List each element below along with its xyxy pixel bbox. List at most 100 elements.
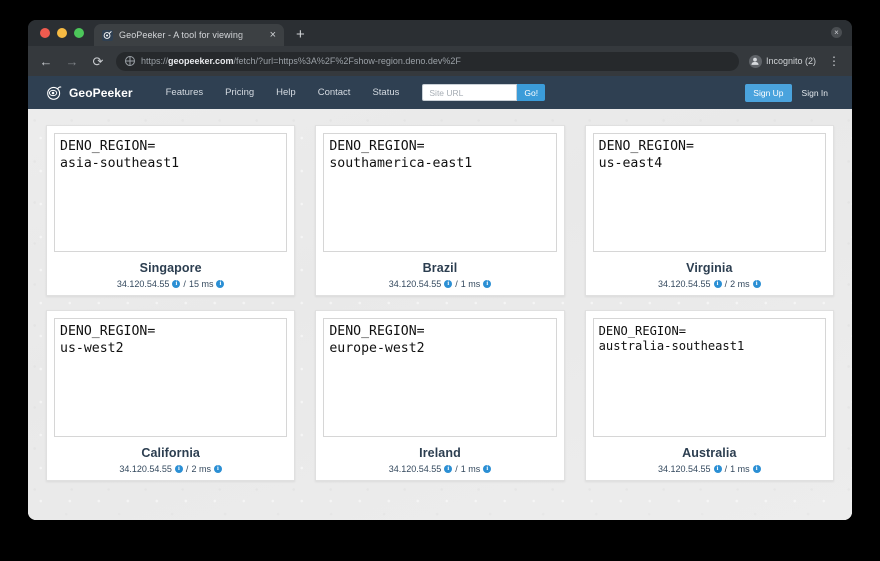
nav-link-contact[interactable]: Contact [307,87,362,98]
sign-in-link[interactable]: Sign In [796,84,834,102]
nav-link-help[interactable]: Help [265,87,307,98]
region-latency: 2 ms [191,464,211,474]
stats-separator: / [185,464,189,474]
region-screenshot: DENO_REGION= australia-southeast1 [592,318,826,437]
region-card[interactable]: DENO_REGION= europe-west2 Ireland 34.120… [315,310,565,481]
region-card-meta: Virginia 34.120.54.55 i / 2 ms i [593,252,826,289]
region-latency: 1 ms [460,279,481,289]
url-path: /fetch/?url=https%3A%2F%2Fshow-region.de… [233,56,461,66]
latency-info-icon[interactable]: i [213,465,222,473]
stats-separator: / [455,464,458,474]
region-city: California [141,446,200,460]
region-card[interactable]: DENO_REGION= us-east4 Virginia 34.120.54… [584,125,834,296]
tab-strip: GeoPeeker - A tool for viewing × + × [28,20,852,46]
ip-info-icon[interactable]: i [713,280,722,288]
region-ip: 34.120.54.55 [388,279,442,289]
screenshot-line-1: DENO_REGION= [598,139,694,154]
region-latency: 15 ms [188,279,214,289]
screenshot-line-2: australia-southeast1 [598,339,745,354]
ip-info-icon[interactable]: i [444,465,453,473]
region-latency: 1 ms [730,464,750,474]
back-button[interactable]: ← [38,55,54,68]
region-city: Ireland [419,446,461,460]
region-card[interactable]: DENO_REGION= australia-southeast1 Austra… [584,310,834,481]
site-url-placeholder: Site URL [429,87,464,98]
region-ip: 34.120.54.55 [658,279,711,289]
region-card-meta: Singapore 34.120.54.55 i / 15 ms i [54,252,287,289]
region-stats: 34.120.54.55 i / 15 ms i [54,279,287,289]
incognito-indicator[interactable]: Incognito (2) [748,54,816,68]
region-card[interactable]: DENO_REGION= southamerica-east1 Brazil 3… [315,125,565,296]
stats-separator: / [183,279,186,289]
forward-button[interactable]: → [64,55,80,68]
latency-info-icon[interactable]: i [483,280,492,288]
window-maximize-button[interactable] [74,28,84,38]
screenshot-line-1: DENO_REGION= [60,324,156,339]
region-screenshot: DENO_REGION= us-east4 [592,133,826,252]
site-url-input[interactable]: Site URL [422,84,518,101]
screenshot-line-2: us-east4 [598,155,663,171]
screenshot-line-1: DENO_REGION= [598,324,687,338]
screenshot-line-2: us-west2 [60,340,124,356]
region-latency: 1 ms [460,464,481,474]
region-card[interactable]: DENO_REGION= asia-southeast1 Singapore 3… [46,125,296,296]
region-ip: 34.120.54.55 [388,464,442,474]
sign-up-button[interactable]: Sign Up [745,83,792,102]
window-minimize-button[interactable] [57,28,67,38]
region-stats: 34.120.54.55 i / 1 ms i [593,464,826,474]
incognito-label: Incognito (2) [765,56,816,66]
latency-info-icon[interactable]: i [752,465,761,473]
region-card-grid: DENO_REGION= asia-southeast1 Singapore 3… [46,125,834,481]
region-card-meta: Australia 34.120.54.55 i / 1 ms i [593,437,826,474]
region-stats: 34.120.54.55 i / 1 ms i [323,279,556,289]
region-city: Virginia [686,261,733,275]
site-brand-name: GeoPeeker [69,85,133,100]
browser-toolbar: ← → ⟳ https://geopeeker.com/fetch/?url=h… [28,46,852,76]
region-card-meta: California 34.120.54.55 i / 2 ms i [54,437,287,474]
latency-info-icon[interactable]: i [483,465,492,473]
tab-close-icon[interactable]: × [270,29,276,41]
screenshot-line-2: europe-west2 [329,340,425,356]
ip-info-icon[interactable]: i [713,465,722,473]
site-navbar: GeoPeeker Features Pricing Help Contact … [28,76,852,109]
ip-info-icon[interactable]: i [172,280,181,288]
region-stats: 34.120.54.55 i / 1 ms i [323,464,556,474]
go-button[interactable]: Go! [517,84,546,101]
region-city: Brazil [422,261,458,275]
page-viewport: GeoPeeker Features Pricing Help Contact … [28,76,852,520]
browser-tab[interactable]: GeoPeeker - A tool for viewing × [94,24,284,46]
window-close-icon[interactable]: × [831,27,842,38]
site-nav-actions: Sign Up Sign In [745,83,834,102]
region-card-meta: Ireland 34.120.54.55 i / 1 ms i [323,437,556,474]
address-bar-url: https://geopeeker.com/fetch/?url=https%3… [141,56,461,66]
browser-menu-icon[interactable]: ⋮ [826,55,842,67]
region-card[interactable]: DENO_REGION= us-west2 California 34.120.… [46,310,296,481]
region-screenshot: DENO_REGION= asia-southeast1 [54,133,288,252]
region-stats: 34.120.54.55 i / 2 ms i [54,464,287,474]
ip-info-icon[interactable]: i [174,465,183,473]
region-latency: 2 ms [730,279,750,289]
latency-info-icon[interactable]: i [752,280,761,288]
window-close-button[interactable] [40,28,50,38]
region-ip: 34.120.54.55 [116,279,170,289]
url-domain: geopeeker.com [168,56,234,66]
nav-link-status[interactable]: Status [361,87,410,98]
new-tab-button[interactable]: + [296,27,305,42]
results-area: DENO_REGION= asia-southeast1 Singapore 3… [28,109,852,520]
latency-info-icon[interactable]: i [216,280,225,288]
site-logo[interactable]: GeoPeeker [46,84,133,101]
ip-info-icon[interactable]: i [444,280,453,288]
address-bar[interactable]: https://geopeeker.com/fetch/?url=https%3… [116,51,739,71]
region-screenshot: DENO_REGION= us-west2 [54,318,288,437]
nav-link-features[interactable]: Features [155,87,215,98]
region-city: Singapore [139,261,202,275]
screenshot-line-1: DENO_REGION= [329,324,425,339]
globe-eye-logo-icon [46,84,63,101]
url-prefix: https:// [141,56,169,66]
incognito-avatar-icon [748,54,762,68]
region-stats: 34.120.54.55 i / 2 ms i [593,279,826,289]
window-traffic-lights [36,20,94,46]
reload-button[interactable]: ⟳ [90,55,106,68]
nav-link-pricing[interactable]: Pricing [214,87,265,98]
region-ip: 34.120.54.55 [119,464,172,474]
